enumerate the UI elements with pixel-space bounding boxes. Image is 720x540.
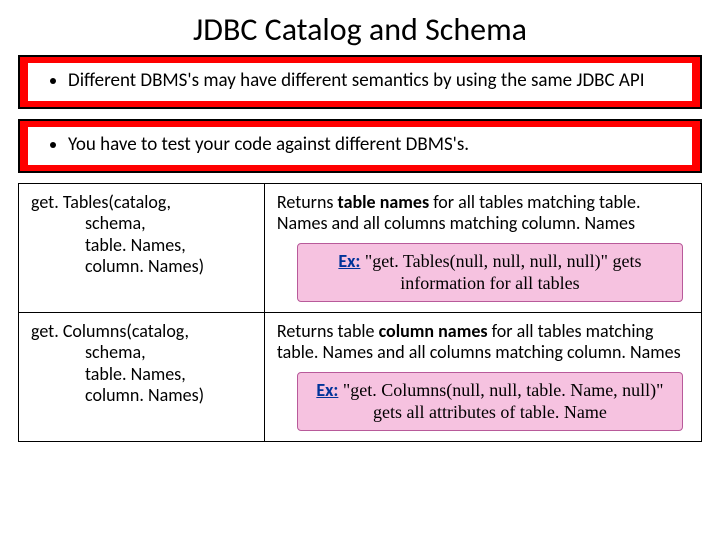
signature-cell: get. Columns(catalog, schema, table. Nam… (19, 312, 265, 441)
sig-line: column. Names) (31, 256, 252, 278)
table-row: get. Tables(catalog, schema, table. Name… (19, 183, 702, 312)
example-label: Ex: (316, 379, 338, 401)
sig-line: table. Names, (31, 364, 252, 386)
bullet-box-1: Different DBMS's may have different sema… (18, 55, 702, 109)
sig-line: table. Names, (31, 235, 252, 257)
desc-pre: Returns table (277, 320, 379, 342)
table-row: get. Columns(catalog, schema, table. Nam… (19, 312, 702, 441)
sig-head: get. Columns(catalog, (31, 321, 252, 343)
signature-cell: get. Tables(catalog, schema, table. Name… (19, 183, 265, 312)
slide-title: JDBC Catalog and Schema (0, 0, 720, 55)
description-cell: Returns table names for all tables match… (264, 183, 701, 312)
methods-table: get. Tables(catalog, schema, table. Name… (18, 183, 702, 442)
sig-head: get. Tables(catalog, (31, 192, 252, 214)
bullet-2-text: You have to test your code against diffe… (68, 133, 680, 157)
bullet-1-text: Different DBMS's may have different sema… (68, 69, 680, 93)
example-box: Ex: "get. Columns(null, null, table. Nam… (297, 372, 683, 431)
description-text: Returns table column names for all table… (277, 321, 689, 364)
sig-line: schema, (31, 213, 252, 235)
sig-line: column. Names) (31, 385, 252, 407)
example-quote: "get. Tables(null, null, null, null)" ge… (360, 251, 641, 294)
desc-bold: table names (338, 191, 430, 213)
example-quote: "get. Columns(null, null, table. Name, n… (338, 380, 663, 423)
bullet-box-2: You have to test your code against diffe… (18, 119, 702, 173)
desc-pre: Returns (277, 191, 338, 213)
example-box: Ex: "get. Tables(null, null, null, null)… (297, 243, 683, 302)
description-text: Returns table names for all tables match… (277, 192, 689, 235)
example-label: Ex: (338, 250, 360, 272)
sig-line: schema, (31, 342, 252, 364)
description-cell: Returns table column names for all table… (264, 312, 701, 441)
bullet-inner-2: You have to test your code against diffe… (28, 127, 692, 165)
bullet-inner-1: Different DBMS's may have different sema… (28, 63, 692, 101)
desc-bold: column names (379, 320, 488, 342)
